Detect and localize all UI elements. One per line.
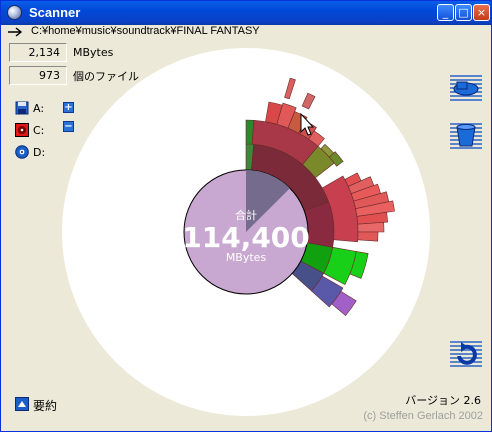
total-unit: MBytes [226, 251, 267, 264]
dir-segment[interactable] [357, 231, 379, 242]
refresh-button[interactable] [449, 339, 483, 369]
delete-button[interactable] [449, 121, 483, 151]
size-value-box: 2,134 [9, 43, 67, 62]
copyright-label: (c) Steffen Gerlach 2002 [363, 410, 483, 422]
trash-icon [456, 124, 476, 147]
drive-a-label: A: [33, 102, 45, 115]
current-path: C:¥home¥music¥soundtrack¥FINAL FANTASY [31, 25, 260, 37]
sunburst-chart[interactable]: 合計 114,400 MBytes [61, 47, 431, 417]
arrow-right-icon [8, 27, 23, 37]
open-folder-button[interactable] [449, 73, 483, 103]
summary-link[interactable]: 要約 [33, 397, 57, 414]
app-icon [7, 5, 22, 20]
maximize-button[interactable]: □ [455, 4, 472, 21]
total-label: 合計 [235, 208, 257, 222]
total-value: 114,400 [182, 221, 310, 254]
window-title: Scanner [29, 5, 81, 20]
hard-disk-icon [15, 123, 29, 137]
disk-usage-chart[interactable]: 合計 114,400 MBytes [61, 47, 431, 417]
drive-d-label: D: [33, 146, 46, 159]
minimize-button[interactable]: _ [437, 4, 454, 21]
floppy-disk-icon [15, 101, 29, 115]
drive-c-label: C: [33, 124, 45, 137]
file-count-box: 973 [9, 66, 67, 85]
cd-drive-icon [15, 145, 29, 159]
close-button[interactable]: × [473, 4, 490, 21]
version-label: バージョン 2.6 [405, 394, 481, 407]
summary-icon[interactable] [15, 397, 29, 411]
scanner-window: Scanner _ □ × C:¥home¥music¥soundtrack¥F… [0, 0, 492, 432]
dir-segment[interactable] [357, 222, 385, 233]
title-bar[interactable]: Scanner _ □ × [1, 1, 491, 25]
